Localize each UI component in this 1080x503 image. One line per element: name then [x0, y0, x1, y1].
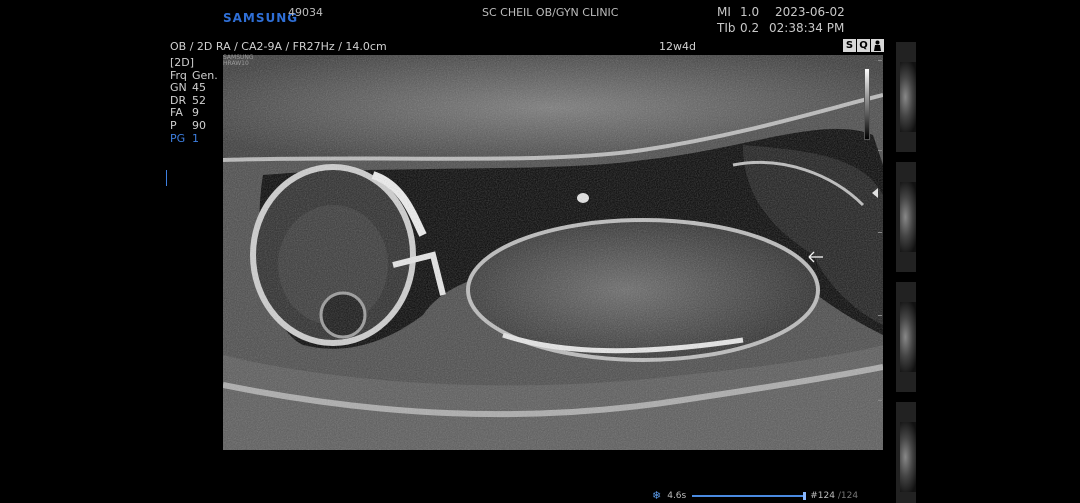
exam-date: 2023-06-02 [775, 5, 845, 19]
brand-logo: SAMSUNG [223, 11, 299, 25]
tib-value: 0.2 [740, 21, 760, 35]
image-settings-panel: [2D] Frq Gen. GN 45 DR 52 FA 9 P 90 PG 1 [170, 56, 218, 146]
patient-id: 49034 [288, 6, 323, 19]
mi-label: MI [717, 5, 731, 19]
exam-time: 02:38:34 PM [769, 21, 845, 35]
freeze-icon: ❄ [652, 489, 662, 502]
depth-scale [878, 60, 882, 450]
clinic-name: SC CHEIL OB/GYN CLINIC [482, 6, 619, 19]
s-icon: S [843, 39, 856, 52]
scan-parameters: OB / 2D RA / CA2-9A / FR27Hz / 14.0cm [170, 40, 387, 53]
frame-counter: #124 /124 [810, 490, 859, 501]
cine-duration: 4.6s [667, 490, 687, 501]
status-icons: S Q [843, 39, 884, 52]
probe-label: SAMSUNG HRAW10 [223, 54, 254, 67]
thumbnail-2[interactable] [896, 162, 916, 272]
q-icon: Q [857, 39, 870, 52]
param-gn[interactable]: GN 45 [170, 82, 218, 95]
grayscale-bar [864, 68, 870, 140]
cine-bar: ❄ 4.6s #124 /124 [652, 489, 858, 502]
ultrasound-image[interactable] [223, 55, 883, 450]
thumbnail-3[interactable] [896, 282, 916, 392]
param-p[interactable]: P 90 [170, 119, 218, 133]
person-icon [871, 39, 884, 52]
thumbnail-4[interactable] [896, 402, 916, 503]
thumbnail-1[interactable] [896, 42, 916, 152]
tib-label: TIb [717, 21, 736, 35]
gestational-age: 12w4d [659, 40, 696, 53]
cursor-marker [166, 170, 167, 186]
cine-progress[interactable] [692, 491, 807, 500]
mi-value: 1.0 [740, 5, 760, 19]
param-pg[interactable]: PG 1 [170, 132, 218, 146]
mode-label: [2D] [170, 56, 195, 69]
